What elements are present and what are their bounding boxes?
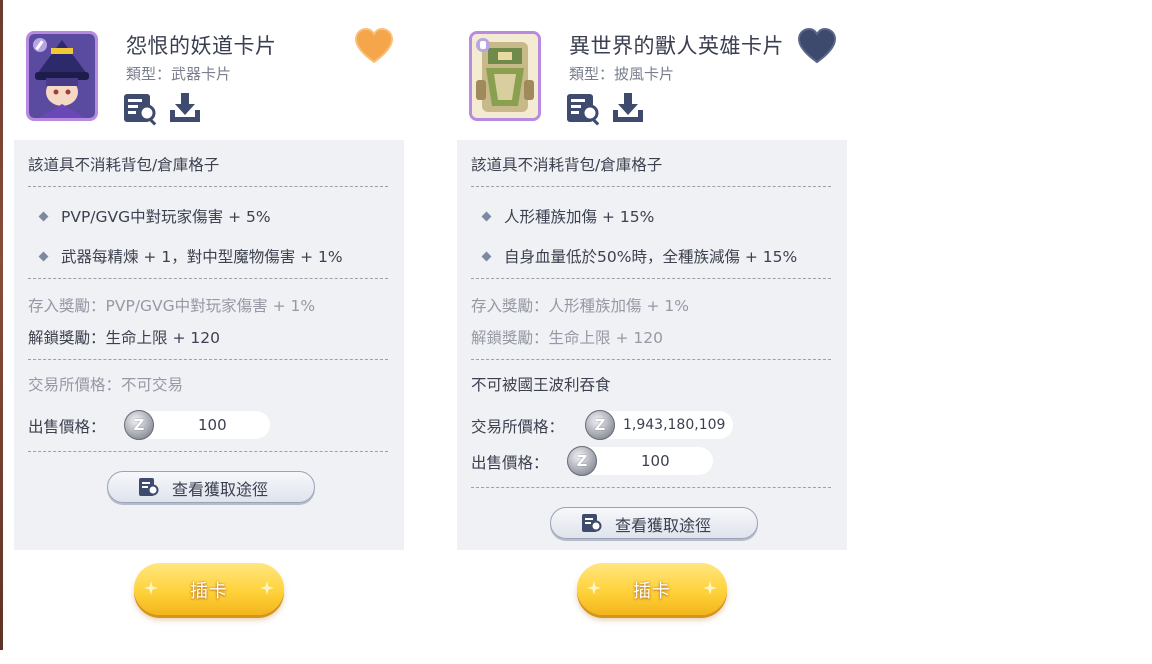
card-portrait xyxy=(26,31,98,121)
view-source-button[interactable]: 查看獲取途徑 xyxy=(550,507,758,539)
unlock-label: 解鎖獎勵： xyxy=(28,329,106,347)
divider xyxy=(471,359,831,360)
card-details: 該道具不消耗背包/倉庫格子 PVP/GVG中對玩家傷害 + 5% 武器每精煉 +… xyxy=(14,140,404,550)
view-source-button[interactable]: 查看獲取途徑 xyxy=(107,471,315,503)
sparkle-icon xyxy=(260,581,274,595)
card-type: 類型：武器卡片 xyxy=(126,63,231,84)
view-source-label: 查看獲取途徑 xyxy=(172,480,269,499)
deposit-value: PVP/GVG中對玩家傷害 + 1% xyxy=(105,297,316,315)
divider xyxy=(28,278,388,279)
trade-label: 交易所價格： xyxy=(28,376,122,394)
deposit-reward: 存入獎勵：PVP/GVG中對玩家傷害 + 1% xyxy=(28,294,390,316)
card-type-value: 披風卡片 xyxy=(614,65,675,83)
divider xyxy=(28,186,388,187)
insert-card-button[interactable]: 插卡 xyxy=(134,563,284,615)
card-type-label: 類型： xyxy=(126,65,172,83)
card-title: 怨恨的妖道卡片 xyxy=(126,34,277,58)
unlock-reward: 解鎖獎勵：生命上限 + 120 xyxy=(28,326,390,348)
card-header: 異世界的獸人英雄卡片 類型：披風卡片 xyxy=(457,0,857,140)
divider xyxy=(471,186,831,187)
trade-value: 不可交易 xyxy=(121,376,184,394)
deposit-value: 人形種族加傷 + 1% xyxy=(548,297,689,315)
sell-value: 100 xyxy=(641,452,670,470)
zeny-coin-icon: Z xyxy=(585,410,615,440)
card-title: 異世界的獸人英雄卡片 xyxy=(569,34,784,58)
storage-note: 該道具不消耗背包/倉庫格子 xyxy=(28,156,220,174)
bullet-icon xyxy=(481,211,492,222)
bullet-icon xyxy=(481,251,492,262)
inspect-icon xyxy=(139,478,159,496)
unlock-value: 生命上限 + 120 xyxy=(105,329,220,347)
heart-icon[interactable] xyxy=(354,27,394,65)
effect-text: 人形種族加傷 + 15% xyxy=(504,208,655,226)
effect-text: 武器每精煉 + 1，對中型魔物傷害 + 1% xyxy=(61,248,343,266)
effect-item: 自身血量低於50%時，全種族減傷 + 15% xyxy=(471,245,833,267)
deposit-label: 存入獎勵： xyxy=(471,297,549,315)
divider xyxy=(28,359,388,360)
deposit-label: 存入獎勵： xyxy=(28,297,106,315)
effect-text: 自身血量低於50%時，全種族減傷 + 15% xyxy=(504,248,798,266)
download-icon[interactable] xyxy=(609,90,647,126)
sell-value: 100 xyxy=(198,416,227,434)
unlock-reward: 解鎖獎勵：生命上限 + 120 xyxy=(471,326,833,348)
divider xyxy=(28,451,388,452)
restriction-note: 不可被國王波利吞食 xyxy=(471,376,611,394)
storage-note: 該道具不消耗背包/倉庫格子 xyxy=(471,156,663,174)
trade-value: 1,943,180,109 xyxy=(623,417,726,433)
trade-price: 交易所價格：不可交易 xyxy=(28,373,390,395)
inspect-icon[interactable] xyxy=(565,90,603,126)
view-source-label: 查看獲取途徑 xyxy=(615,516,712,535)
card-type-label: 類型： xyxy=(569,65,615,83)
card-header: 怨恨的妖道卡片 類型：武器卡片 xyxy=(14,0,414,140)
heart-icon[interactable] xyxy=(797,27,837,65)
zeny-coin-icon: Z xyxy=(567,446,597,476)
card-portrait xyxy=(469,31,541,121)
zeny-coin-icon: Z xyxy=(124,410,154,440)
left-window-edge xyxy=(0,0,3,650)
download-icon[interactable] xyxy=(166,90,204,126)
effect-text: PVP/GVG中對玩家傷害 + 5% xyxy=(61,208,271,226)
unlock-label: 解鎖獎勵： xyxy=(471,329,549,347)
card-panel-2: 異世界的獸人英雄卡片 類型：披風卡片 該道具不消耗背包/倉庫格子 人形種族加傷 … xyxy=(457,0,857,664)
insert-card-button[interactable]: 插卡 xyxy=(577,563,727,615)
effect-item: 武器每精煉 + 1，對中型魔物傷害 + 1% xyxy=(28,245,390,267)
inspect-icon[interactable] xyxy=(122,90,160,126)
divider xyxy=(471,278,831,279)
card-details: 該道具不消耗背包/倉庫格子 人形種族加傷 + 15% 自身血量低於50%時，全種… xyxy=(457,140,847,550)
unlock-value: 生命上限 + 120 xyxy=(548,329,663,347)
deposit-reward: 存入獎勵：人形種族加傷 + 1% xyxy=(471,294,833,316)
sparkle-icon xyxy=(703,581,717,595)
inspect-icon xyxy=(582,514,602,532)
card-type: 類型：披風卡片 xyxy=(569,63,674,84)
effect-item: PVP/GVG中對玩家傷害 + 5% xyxy=(28,205,390,227)
bullet-icon xyxy=(38,251,49,262)
divider xyxy=(471,487,831,488)
effect-item: 人形種族加傷 + 15% xyxy=(471,205,833,227)
bullet-icon xyxy=(38,211,49,222)
card-type-value: 武器卡片 xyxy=(171,65,232,83)
card-panel-1: 怨恨的妖道卡片 類型：武器卡片 該道具不消耗背包/倉庫格子 PVP/GVG中對玩… xyxy=(14,0,414,664)
